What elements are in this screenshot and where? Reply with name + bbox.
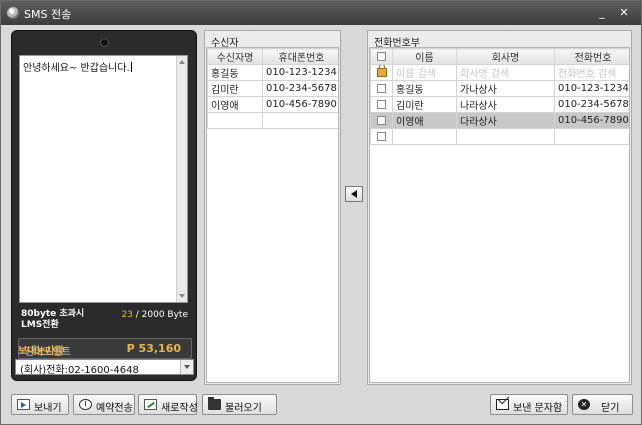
col-recipient-phone[interactable]: 휴대폰번호	[262, 48, 338, 65]
chevron-down-icon[interactable]	[180, 360, 193, 374]
checkbox-icon	[377, 115, 386, 125]
title-bar[interactable]: SMS 전송 _ ✕	[1, 1, 641, 25]
send-button[interactable]: 보내기	[11, 394, 69, 415]
send-button-label: 보내기	[34, 403, 62, 414]
points-value: P 53,160	[126, 342, 181, 355]
close-window-button[interactable]: ✕	[617, 6, 631, 20]
move-to-recipients-button[interactable]	[345, 186, 363, 202]
lms-notice-line1: 80byte 초과시	[21, 309, 85, 319]
send-icon	[17, 399, 30, 410]
minimize-button[interactable]: _	[595, 6, 609, 20]
contact-phone: 010-123-1234	[554, 80, 629, 97]
new-write-button[interactable]: 새로작성	[138, 394, 198, 415]
contact-name: 김미란	[392, 96, 457, 113]
recipient-name: 이영애	[207, 96, 263, 113]
search-company-input[interactable]: 회사명 검색	[456, 64, 555, 81]
table-row[interactable]: 홍길동 010-123-1234	[207, 64, 338, 81]
sender-label: 보내는사람	[18, 346, 64, 357]
phone-camera-icon	[100, 38, 109, 47]
empty-cell	[392, 128, 457, 145]
recipient-phone: 010-234-5678	[262, 80, 338, 97]
checkbox-icon	[377, 83, 386, 93]
scroll-up-icon[interactable]	[179, 60, 185, 64]
contact-name: 이영애	[392, 112, 457, 129]
message-text: 안녕하세요~ 반갑습니다.	[23, 62, 132, 74]
table-row-selected[interactable]: 이영애 다라상사 010-456-7890	[370, 112, 629, 129]
contact-phone: 010-234-5678	[554, 96, 629, 113]
contact-phone: 010-456-7890	[554, 112, 629, 129]
close-button-label: 닫기	[601, 403, 620, 414]
search-row: 이름 검색 회사명 검색 전화번호 검색	[370, 64, 629, 81]
contact-company: 나라상사	[456, 96, 555, 113]
search-name-input[interactable]: 이름 검색	[392, 64, 457, 81]
reserve-button-label: 예약전송	[96, 403, 133, 414]
folder-icon	[208, 397, 221, 410]
sms-window: SMS 전송 _ ✕ 안녕하세요~ 반갑습니다. 80byte 초과시 LMS전…	[0, 0, 642, 425]
row-checkbox[interactable]	[370, 96, 393, 113]
sender-select-value: (회사)전화:02-1600-4648	[20, 365, 139, 376]
byte-counter: 23 / 2000 Byte	[121, 310, 188, 320]
empty-cell	[554, 128, 629, 145]
new-write-button-label: 새로작성	[161, 403, 198, 414]
app-icon	[7, 7, 19, 19]
recipient-name: 홍길동	[207, 64, 263, 81]
clock-icon	[79, 399, 92, 410]
row-checkbox[interactable]	[370, 80, 393, 97]
scroll-down-icon[interactable]	[179, 294, 185, 298]
lms-notice-line2: LMS전환	[21, 320, 59, 330]
edit-icon	[144, 399, 157, 410]
select-all-checkbox[interactable]	[370, 48, 393, 65]
checkbox-icon	[377, 51, 386, 61]
recipient-name: 김미란	[207, 80, 263, 97]
table-row[interactable]: 김미란 010-234-5678	[207, 80, 338, 97]
row-checkbox[interactable]	[370, 112, 393, 129]
phonebook-grid: 이름 회사명 전화번호 이름 검색 회사명 검색 전화번호 검색 홍길동 가나상…	[369, 47, 630, 383]
col-company[interactable]: 회사명	[456, 48, 555, 65]
sent-box-button-label: 보낸 문자함	[513, 403, 563, 414]
search-row-icon	[370, 64, 393, 81]
empty-cell	[262, 112, 338, 129]
recipients-panel: 수신자 수신자명 휴대폰번호 홍길동 010-123-1234 김미란 010-…	[204, 30, 341, 385]
recipient-phone: 010-123-1234	[262, 64, 338, 81]
table-row[interactable]: 김미란 나라상사 010-234-5678	[370, 96, 629, 113]
lms-notice: 80byte 초과시 LMS전환	[21, 309, 84, 331]
checkbox-icon	[377, 99, 386, 109]
search-phone-input[interactable]: 전화번호 검색	[554, 64, 629, 81]
table-row[interactable]: 홍길동 가나상사 010-123-1234	[370, 80, 629, 97]
col-recipient-name[interactable]: 수신자명	[207, 48, 263, 65]
contact-name: 홍길동	[392, 80, 457, 97]
empty-row[interactable]	[370, 128, 629, 145]
recipient-phone: 010-456-7890	[262, 96, 338, 113]
empty-row[interactable]	[207, 112, 338, 129]
row-checkbox[interactable]	[370, 128, 393, 145]
checkbox-icon	[377, 131, 386, 141]
sender-select[interactable]: (회사)전화:02-1600-4648	[15, 359, 194, 376]
col-phone[interactable]: 전화번호	[554, 48, 629, 65]
empty-cell	[456, 128, 555, 145]
byte-max: / 2000 Byte	[132, 310, 188, 320]
load-button[interactable]: 불러오기	[202, 394, 277, 415]
message-scrollbar[interactable]	[176, 56, 187, 302]
phone-panel: 안녕하세요~ 반갑습니다. 80byte 초과시 LMS전환 23 / 2000…	[11, 30, 197, 381]
byte-current: 23	[121, 310, 133, 320]
col-name[interactable]: 이름	[392, 48, 457, 65]
empty-cell	[207, 112, 263, 129]
load-button-label: 불러오기	[225, 403, 262, 414]
message-textarea[interactable]: 안녕하세요~ 반갑습니다.	[19, 55, 188, 303]
contact-company: 다라상사	[456, 112, 555, 129]
reserve-send-button[interactable]: 예약전송	[73, 394, 135, 415]
phonebook-panel: 전화번호부 이름 회사명 전화번호 이름 검색 회사명 검색 전화번호 검색 홍…	[367, 30, 632, 385]
contact-company: 가나상사	[456, 80, 555, 97]
mail-icon	[496, 399, 509, 410]
sent-box-button[interactable]: 보낸 문자함	[490, 394, 568, 415]
window-title: SMS 전송	[24, 8, 72, 21]
recipients-grid: 수신자명 휴대폰번호 홍길동 010-123-1234 김미란 010-234-…	[206, 47, 339, 383]
table-row[interactable]: 이영애 010-456-7890	[207, 96, 338, 113]
close-icon: ✕	[578, 399, 590, 410]
close-button[interactable]: ✕ 닫기	[572, 394, 633, 415]
lock-icon	[376, 65, 387, 77]
